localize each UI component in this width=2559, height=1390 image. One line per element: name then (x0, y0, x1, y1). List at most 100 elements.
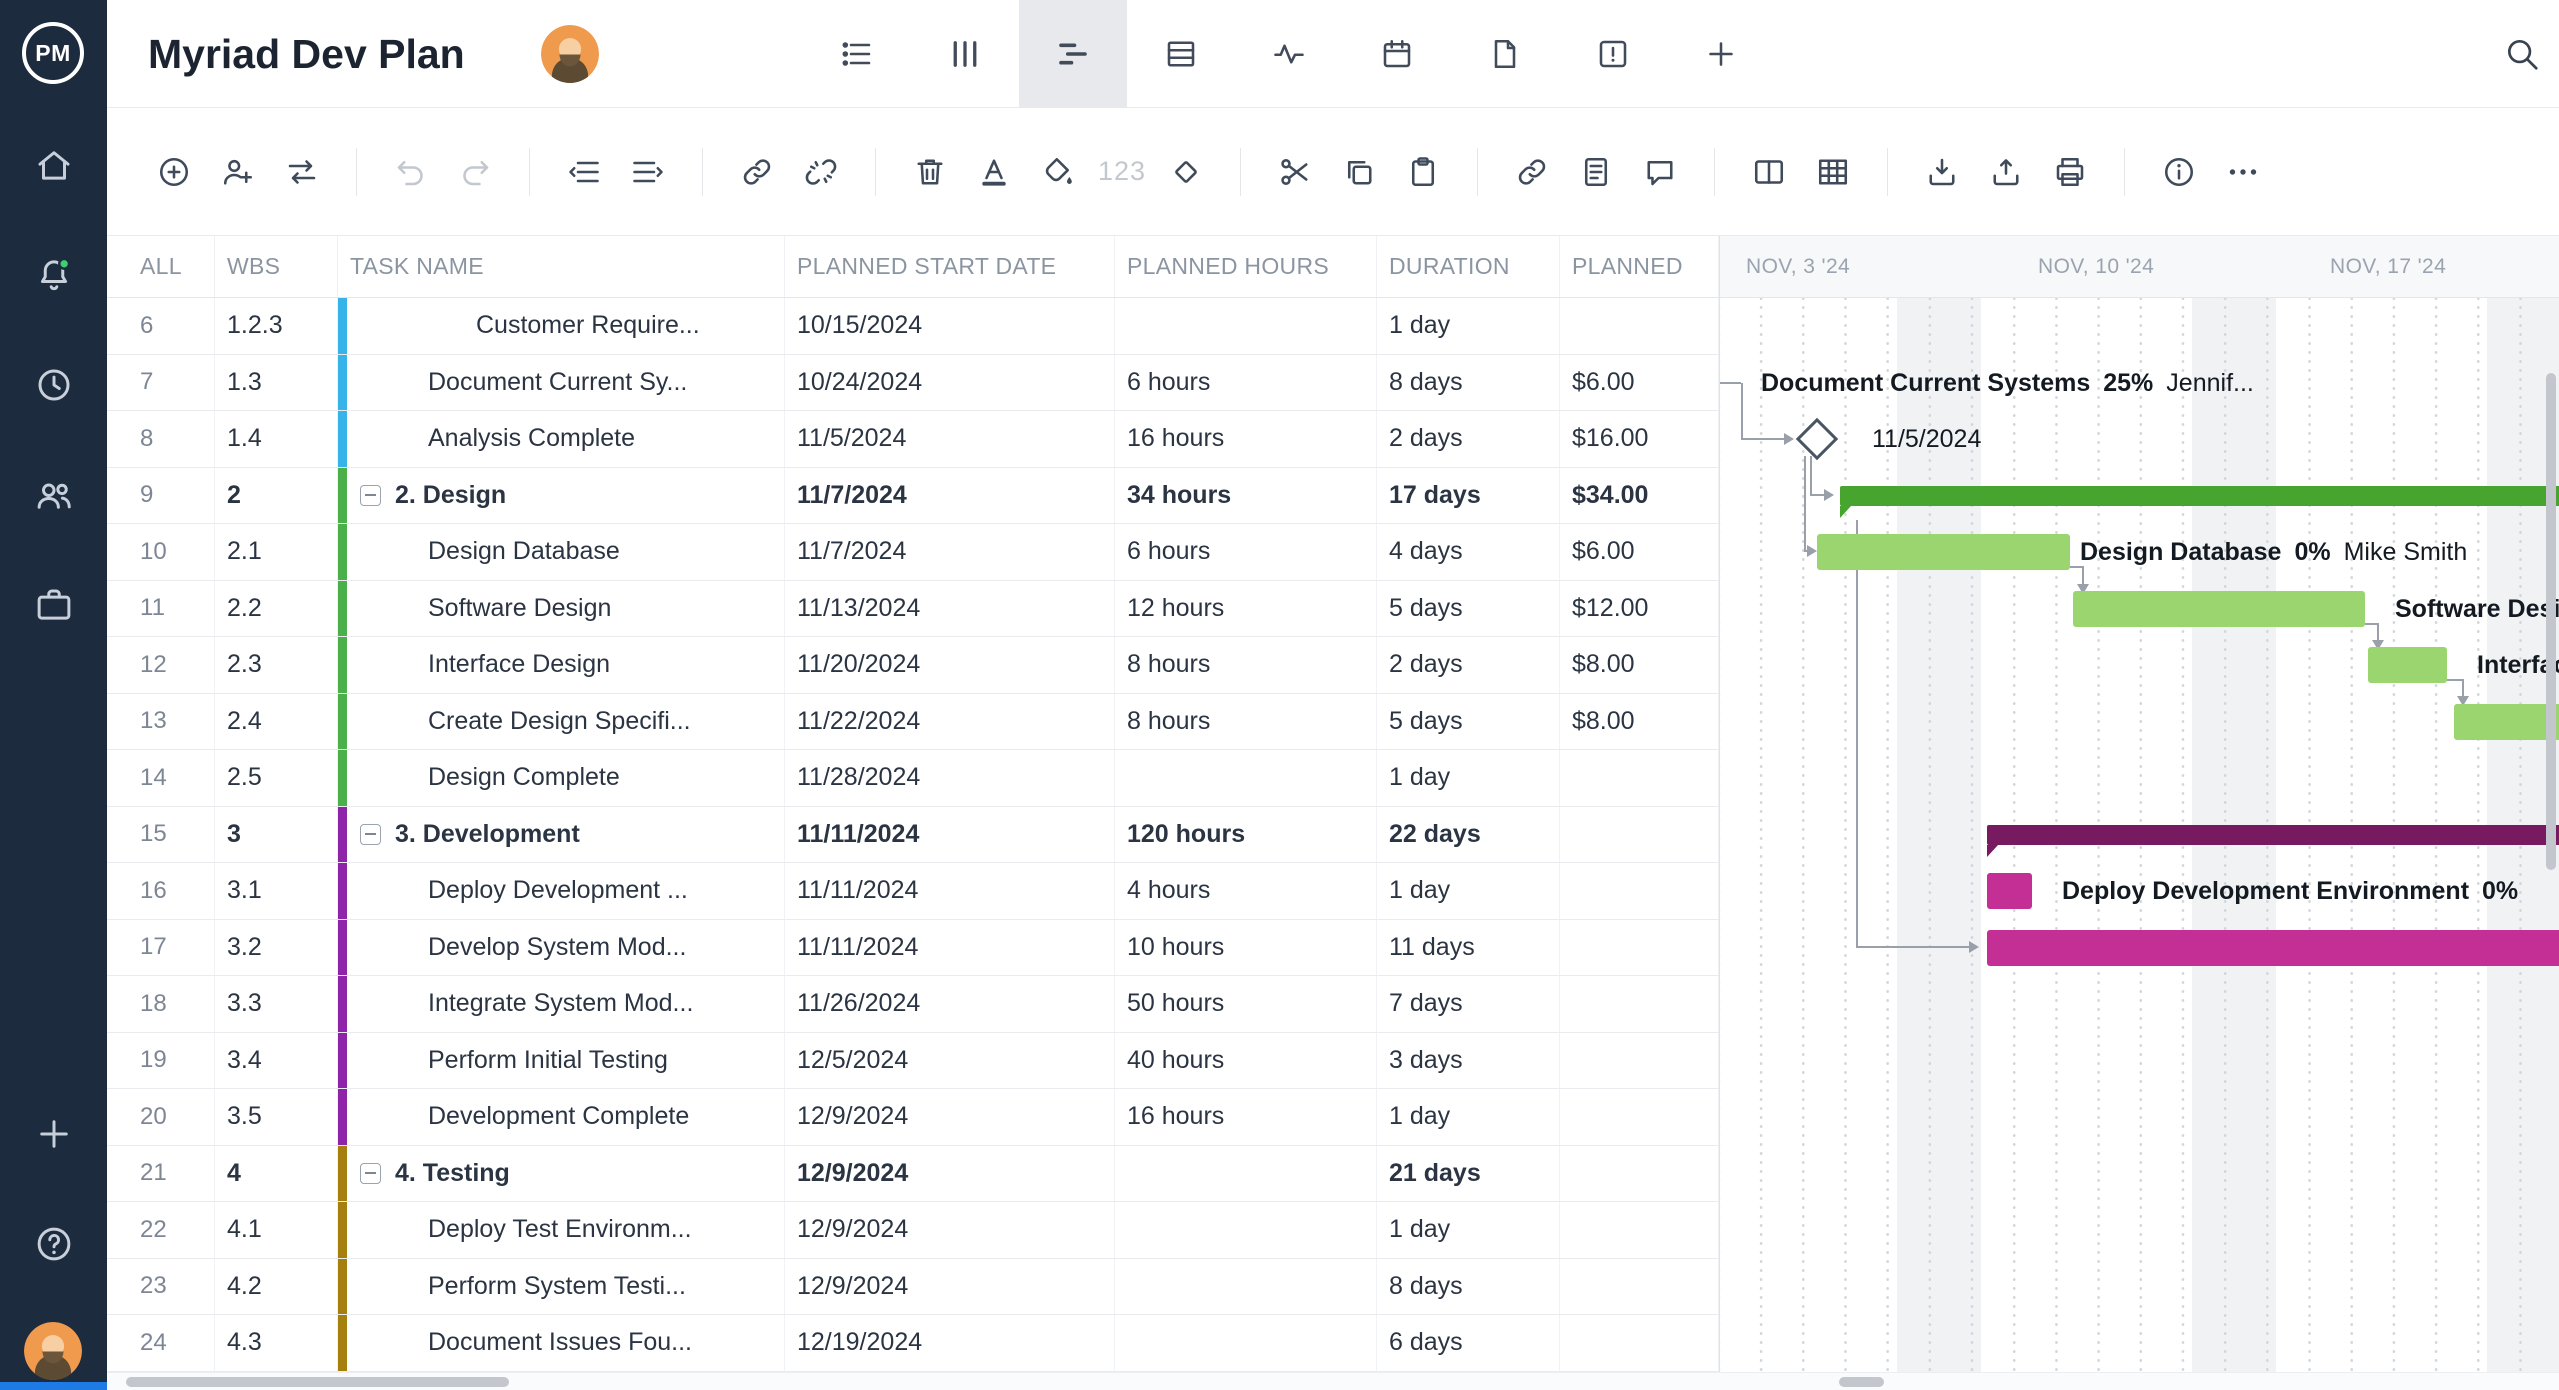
table-row[interactable]: 13 2.4 Create Design Specifi... 11/22/2024 8… (107, 693, 1719, 750)
fill-color-button[interactable] (1030, 144, 1086, 200)
import-button[interactable] (1914, 144, 1970, 200)
swap-icon (284, 154, 320, 190)
search-icon[interactable] (2503, 35, 2541, 73)
table-row[interactable]: 16 3.1 Deploy Development ... 11/11/2024 4 h… (107, 863, 1719, 920)
info-button[interactable] (2151, 144, 2207, 200)
undo-button[interactable] (383, 144, 439, 200)
copy-button[interactable] (1331, 144, 1387, 200)
outdent-button[interactable] (556, 144, 612, 200)
unlink-tasks-button[interactable] (793, 144, 849, 200)
column-header-task-name[interactable]: TASK NAME (338, 236, 785, 297)
toolbar-divider (702, 147, 703, 196)
link-tasks-button[interactable] (729, 144, 785, 200)
table-row[interactable]: 6 1.2.3 Customer Require... 10/15/2024 1 day (107, 298, 1719, 355)
table-row[interactable]: 9 2 2. Design 11/7/2024 34 hours 17 days $34.0… (107, 467, 1719, 524)
print-button[interactable] (2042, 144, 2098, 200)
milestone-button[interactable] (1158, 144, 1214, 200)
paste-button[interactable] (1395, 144, 1451, 200)
table-row[interactable]: 22 4.1 Deploy Test Environm... 12/9/2024 1 d… (107, 1202, 1719, 1259)
table-row[interactable]: 17 3.2 Develop System Mod... 11/11/2024 10 h… (107, 919, 1719, 976)
toolbar-group (1741, 144, 1861, 200)
table-row[interactable]: 10 2.1 Design Database 11/7/2024 6 hours 4 da… (107, 524, 1719, 581)
print-icon (2052, 154, 2088, 190)
table-row[interactable]: 23 4.2 Perform System Testi... 12/9/2024 8 d… (107, 1258, 1719, 1315)
grid-button[interactable] (1805, 144, 1861, 200)
table-row[interactable]: 20 3.5 Development Complete 12/9/2024 16 hou… (107, 1089, 1719, 1146)
table-horizontal-scrollbar[interactable] (126, 1377, 509, 1387)
column-header-all[interactable]: ALL (107, 236, 215, 297)
tab-gantt[interactable] (1019, 0, 1127, 108)
table-row[interactable]: 12 2.3 Interface Design 11/20/2024 8 hours 2 … (107, 637, 1719, 694)
cut-button[interactable] (1267, 144, 1323, 200)
column-header-planned-start-date[interactable]: PLANNED START DATE (785, 236, 1115, 297)
table-row[interactable]: 18 3.3 Integrate System Mod... 11/26/2024 50… (107, 976, 1719, 1033)
gantt-task-bar[interactable] (2454, 703, 2559, 740)
sidebar-home-button[interactable] (33, 144, 75, 186)
redo-button[interactable] (447, 144, 503, 200)
delete-button[interactable] (902, 144, 958, 200)
app-logo[interactable]: PM (22, 22, 84, 84)
gantt-summary-bar[interactable] (1840, 485, 2559, 518)
export-button[interactable] (1978, 144, 2034, 200)
split-view-button[interactable] (1741, 144, 1797, 200)
comment-button[interactable] (1632, 144, 1688, 200)
collapse-toggle-icon[interactable] (360, 823, 381, 845)
tab-activity[interactable] (1235, 0, 1343, 108)
tab-issues[interactable] (1559, 0, 1667, 108)
tab-board[interactable] (911, 0, 1019, 108)
gantt-task-bar[interactable] (2368, 647, 2447, 684)
tab-list[interactable] (803, 0, 911, 108)
sidebar-history-button[interactable] (33, 364, 75, 406)
gantt-task-bar[interactable] (1987, 929, 2559, 966)
gantt-summary-bar[interactable] (1987, 824, 2559, 857)
table-row[interactable]: 15 3 3. Development 11/11/2024 120 hours 22 d… (107, 806, 1719, 863)
cell-duration: 1 day (1377, 298, 1560, 354)
sidebar-portfolio-button[interactable] (33, 584, 75, 626)
table-row[interactable]: 14 2.5 Design Complete 11/28/2024 1 day (107, 750, 1719, 807)
gantt-task-bar[interactable] (2073, 590, 2365, 627)
user-avatar[interactable] (24, 1322, 82, 1380)
column-header-planned-cost[interactable]: PLANNED (1560, 236, 1719, 297)
sidebar-help-button[interactable] (33, 1223, 75, 1265)
sidebar-add-button[interactable] (33, 1113, 75, 1155)
table-row[interactable]: 8 1.4 Analysis Complete 11/5/2024 16 hours 2 … (107, 411, 1719, 468)
table-row[interactable]: 7 1.3 Document Current Sy... 10/24/2024 6 ho… (107, 354, 1719, 411)
cell-cost: $6.00 (1560, 354, 1719, 410)
attachment-button[interactable] (1504, 144, 1560, 200)
add-task-button[interactable] (146, 144, 202, 200)
swap-button[interactable] (274, 144, 330, 200)
project-owner-avatar[interactable] (541, 25, 599, 83)
dependency-line (1856, 946, 1972, 948)
gantt-task-bar[interactable] (1987, 873, 2032, 910)
gantt-horizontal-scrollbar[interactable] (1839, 1377, 1884, 1387)
dependency-line (1804, 456, 1806, 552)
sidebar-notifications-button[interactable] (33, 254, 75, 296)
task-name-cell: 4. Testing (338, 1145, 785, 1201)
vertical-scrollbar[interactable] (2546, 373, 2556, 870)
more-button[interactable] (2215, 144, 2271, 200)
collapse-toggle-icon[interactable] (360, 484, 381, 506)
sidebar-team-button[interactable] (33, 474, 75, 516)
collapse-toggle-icon[interactable] (360, 1162, 381, 1184)
indent-button[interactable] (620, 144, 676, 200)
notes-button[interactable] (1568, 144, 1624, 200)
assign-user-button[interactable] (210, 144, 266, 200)
column-header-duration[interactable]: DURATION (1377, 236, 1560, 297)
tab-doc[interactable] (1451, 0, 1559, 108)
font-color-button[interactable] (966, 144, 1022, 200)
table-row[interactable]: 19 3.4 Perform Initial Testing 12/5/2024 40 … (107, 1032, 1719, 1089)
table-row[interactable]: 24 4.3 Document Issues Fou... 12/19/2024 6 d… (107, 1315, 1719, 1372)
tab-calendar[interactable] (1343, 0, 1451, 108)
toolbar-group (1914, 144, 2098, 200)
numbers-button[interactable]: 123 (1094, 144, 1150, 200)
column-header-planned-hours[interactable]: PLANNED HOURS (1115, 236, 1377, 297)
tab-add-view[interactable] (1667, 0, 1775, 108)
column-header-wbs[interactable]: WBS (215, 236, 338, 297)
tab-sheet[interactable] (1127, 0, 1235, 108)
toolbar-group (1267, 144, 1451, 200)
row-number: 19 (107, 1032, 215, 1088)
table-row[interactable]: 11 2.2 Software Design 11/13/2024 12 hours 5 … (107, 580, 1719, 637)
gantt-task-bar[interactable] (1817, 534, 2070, 571)
task-name-cell: Document Current Sy... (338, 354, 785, 410)
table-row[interactable]: 21 4 4. Testing 12/9/2024 21 days (107, 1145, 1719, 1202)
